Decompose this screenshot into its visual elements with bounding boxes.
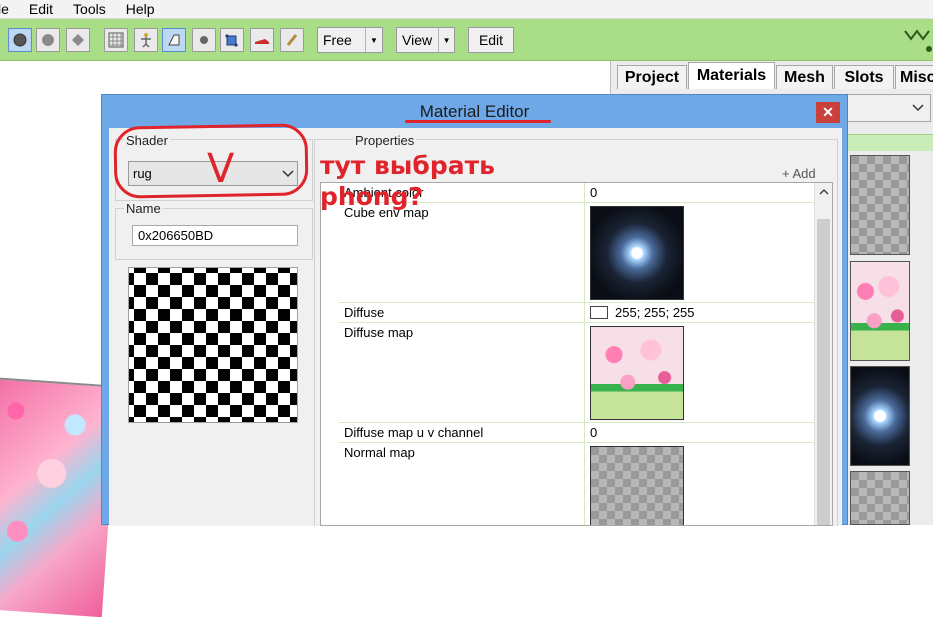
diffuse-map-thumbnail[interactable] [590,326,684,420]
properties-list[interactable]: Ambient color 0 Cube env map Diffuse 255… [320,182,833,526]
tab-misc[interactable]: Misc [895,65,933,89]
material-thumb-floral[interactable] [850,261,910,361]
view-dropdown[interactable]: View ▼ [396,27,455,53]
dot-icon [200,36,208,44]
bones-button[interactable] [134,28,158,52]
add-property-link[interactable]: + Add [782,166,816,181]
point-button[interactable] [192,28,216,52]
chevron-down-icon: ▼ [365,28,382,52]
annotation-line1: тут выбрать [320,151,495,180]
property-row[interactable]: Diffuse map [339,323,815,423]
texture-preview [128,267,298,423]
property-row[interactable]: Cube env map [339,203,815,303]
name-input[interactable]: 0x206650BD [132,225,298,246]
material-list-header [847,134,933,151]
material-thumb-checker-2[interactable] [850,471,910,525]
properties-label: Properties [353,133,417,148]
panel-tabs: Project Materials Mesh Slots Misc [611,61,933,89]
scroll-up-icon[interactable] [815,183,832,200]
property-value: 255; 255; 255 [615,305,695,320]
property-value: 0 [590,425,598,440]
diamond-icon [72,34,84,46]
property-name: Diffuse map [344,325,414,340]
tab-project[interactable]: Project [617,65,687,89]
close-icon: ✕ [822,104,834,120]
color-swatch[interactable] [590,306,608,319]
shoe-icon [255,39,269,44]
logo [893,19,933,60]
sphere-icon [13,33,27,47]
bone-icon [286,34,298,46]
material-thumb-envmap[interactable] [850,366,910,466]
floor-button[interactable] [162,28,186,52]
close-button[interactable]: ✕ [816,102,840,123]
annotation-underline [405,120,551,123]
property-value: 0 [590,185,598,200]
diamond-button[interactable] [66,28,90,52]
name-label: Name [124,201,163,216]
shoe-button[interactable] [250,28,274,52]
sphere-solid-button[interactable] [8,28,32,52]
property-name: Diffuse [344,305,385,320]
tab-materials[interactable]: Materials [688,62,775,89]
bone-button[interactable] [280,28,304,52]
dialog-title: Material Editor [419,101,530,121]
annotation-line2: phong? [320,182,424,211]
cube-icon [225,34,238,47]
grid-button[interactable] [104,28,128,52]
toolbar: Free ▼ View ▼ Edit [0,19,933,61]
tab-slots[interactable]: Slots [834,65,894,89]
menu-file[interactable]: le [0,0,19,18]
view-dropdown-label: View [402,32,433,48]
chevron-down-icon: ▼ [438,28,454,52]
logo-icon [904,29,932,52]
cube-env-map-thumbnail[interactable] [590,206,684,300]
properties-scrollbar[interactable] [814,183,832,525]
property-row[interactable]: Normal map [339,443,815,525]
property-row[interactable]: Diffuse map u v channel 0 [339,423,815,443]
chevron-down-icon [912,104,924,112]
sphere-grey-icon [42,34,54,46]
normal-map-thumbnail[interactable] [590,446,684,525]
property-row[interactable]: Diffuse 255; 255; 255 [339,303,815,323]
tab-mesh[interactable]: Mesh [776,65,833,89]
free-dropdown-label: Free [323,32,352,48]
menu-help[interactable]: Help [116,0,165,18]
property-name: Diffuse map u v channel [344,425,484,440]
menu-edit[interactable]: Edit [19,0,63,18]
free-dropdown[interactable]: Free ▼ [317,27,383,53]
edit-button[interactable]: Edit [468,27,514,53]
sphere-button[interactable] [36,28,60,52]
skeleton-icon [141,33,151,48]
floor-icon [168,34,180,46]
scrollbar-thumb[interactable] [817,219,830,525]
grid-icon [108,32,124,48]
material-thumb-checker[interactable] [850,155,910,255]
menu-tools[interactable]: Tools [63,0,116,18]
property-name: Normal map [344,445,415,460]
menu-bar: le Edit Tools Help [0,0,933,19]
annotation-mark: V [207,146,235,192]
cube-button[interactable] [220,28,244,52]
material-filter-dropdown[interactable] [847,94,931,122]
